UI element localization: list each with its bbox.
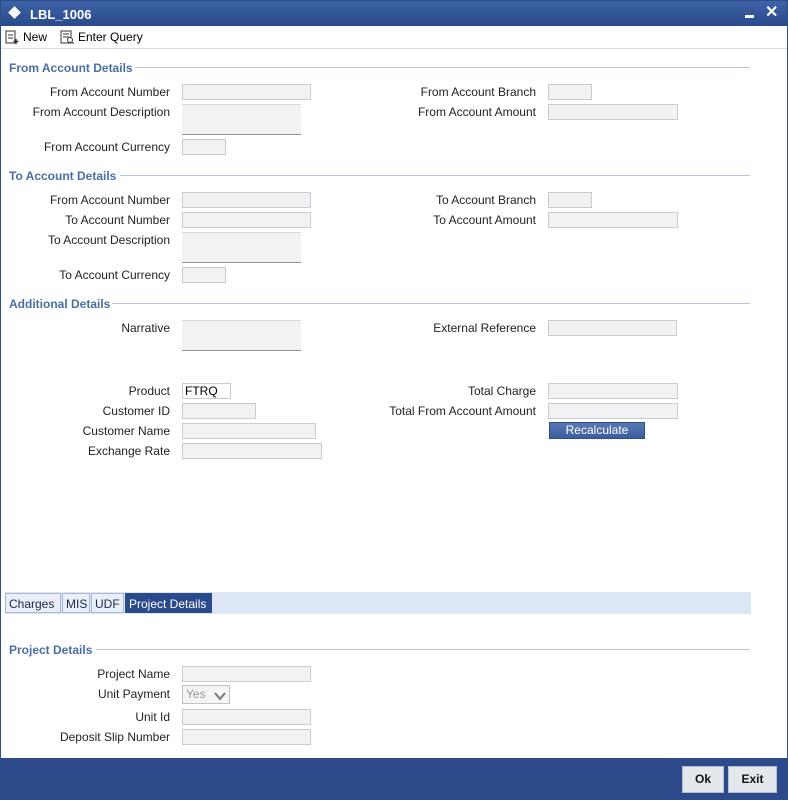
- to-account-section-title: To Account Details: [9, 169, 117, 183]
- to-account-description-field[interactable]: [182, 232, 301, 263]
- external-reference-field[interactable]: [548, 320, 677, 336]
- tab-udf[interactable]: UDF: [91, 593, 124, 613]
- from-account-currency-field[interactable]: [182, 139, 226, 155]
- to-section-from-account-number-label: From Account Number: [49, 193, 170, 207]
- minimize-icon[interactable]: [745, 15, 754, 18]
- unit-id-field[interactable]: [182, 709, 311, 725]
- total-from-account-amount-field[interactable]: [548, 403, 678, 419]
- from-account-description-field[interactable]: [182, 104, 301, 135]
- from-account-section-title: From Account Details: [9, 61, 133, 75]
- to-account-currency-label: To Account Currency: [59, 268, 170, 282]
- total-charge-label: Total Charge: [467, 384, 536, 398]
- from-account-amount-label: From Account Amount: [417, 105, 536, 119]
- project-name-field[interactable]: [182, 666, 311, 682]
- new-document-icon: [5, 30, 19, 44]
- to-account-branch-label: To Account Branch: [435, 193, 536, 207]
- tab-mis[interactable]: MIS: [62, 593, 90, 613]
- footer-bar: [1, 758, 787, 799]
- customer-id-label: Customer ID: [102, 404, 170, 418]
- title-bar: LBL_1006 ✕: [1, 1, 787, 26]
- to-section-from-account-number-field[interactable]: [182, 192, 311, 208]
- to-account-description-label: To Account Description: [47, 233, 170, 247]
- to-account-number-label: To Account Number: [65, 213, 170, 227]
- from-account-description-label: From Account Description: [32, 105, 170, 119]
- narrative-field[interactable]: [182, 320, 301, 351]
- exit-button[interactable]: Exit: [728, 766, 777, 793]
- from-account-branch-label: From Account Branch: [420, 85, 536, 99]
- total-from-account-amount-label: Total From Account Amount: [389, 404, 536, 418]
- to-account-number-field[interactable]: [182, 212, 311, 228]
- to-account-currency-field[interactable]: [182, 267, 226, 283]
- project-name-label: Project Name: [97, 667, 170, 681]
- project-details-section-title: Project Details: [9, 643, 93, 657]
- section-divider: [112, 303, 750, 304]
- unit-payment-label: Unit Payment: [97, 687, 170, 701]
- narrative-label: Narrative: [121, 321, 170, 335]
- enter-query-label: Enter Query: [78, 30, 143, 44]
- from-account-amount-field[interactable]: [548, 104, 678, 120]
- customer-name-field[interactable]: [182, 423, 316, 439]
- to-account-amount-label: To Account Amount: [433, 213, 536, 227]
- tab-project-details[interactable]: Project Details: [125, 593, 212, 613]
- section-divider: [120, 175, 750, 176]
- customer-id-field[interactable]: [182, 403, 256, 419]
- section-divider: [96, 649, 750, 650]
- unit-id-label: Unit Id: [135, 710, 170, 724]
- tab-strip: Charges MIS UDF Project Details: [5, 592, 751, 614]
- window-frame: LBL_1006 ✕ New Enter Query From Account …: [0, 0, 788, 800]
- tab-charges[interactable]: Charges: [5, 593, 61, 613]
- unit-payment-value: Yes: [186, 687, 206, 701]
- window-diamond-icon: [8, 6, 21, 19]
- deposit-slip-number-field[interactable]: [182, 729, 311, 745]
- query-icon: [60, 30, 75, 45]
- product-field[interactable]: FTRQ: [182, 383, 231, 399]
- total-charge-field[interactable]: [548, 383, 678, 399]
- unit-payment-select[interactable]: Yes: [182, 685, 230, 704]
- from-account-branch-field[interactable]: [548, 84, 592, 100]
- enter-query-button[interactable]: Enter Query: [60, 29, 143, 45]
- from-account-currency-label: From Account Currency: [43, 140, 170, 154]
- additional-details-section-title: Additional Details: [9, 297, 111, 311]
- new-button-label: New: [23, 30, 48, 44]
- new-button[interactable]: New: [5, 29, 47, 45]
- deposit-slip-number-label: Deposit Slip Number: [59, 730, 170, 744]
- to-account-amount-field[interactable]: [548, 212, 678, 228]
- close-icon[interactable]: ✕: [765, 2, 778, 22]
- from-account-number-label: From Account Number: [49, 85, 170, 99]
- exchange-rate-field[interactable]: [182, 443, 322, 459]
- chevron-down-icon: [214, 689, 226, 701]
- from-account-number-field[interactable]: [182, 84, 311, 100]
- customer-name-label: Customer Name: [82, 424, 170, 438]
- section-divider: [135, 67, 750, 68]
- to-account-branch-field[interactable]: [548, 192, 592, 208]
- window-title: LBL_1006: [30, 7, 92, 22]
- product-label: Product: [128, 384, 170, 398]
- exchange-rate-label: Exchange Rate: [87, 444, 170, 458]
- external-reference-label: External Reference: [433, 321, 536, 335]
- toolbar: New Enter Query: [1, 26, 787, 49]
- ok-button[interactable]: Ok: [682, 766, 724, 793]
- recalculate-button[interactable]: Recalculate: [549, 422, 645, 439]
